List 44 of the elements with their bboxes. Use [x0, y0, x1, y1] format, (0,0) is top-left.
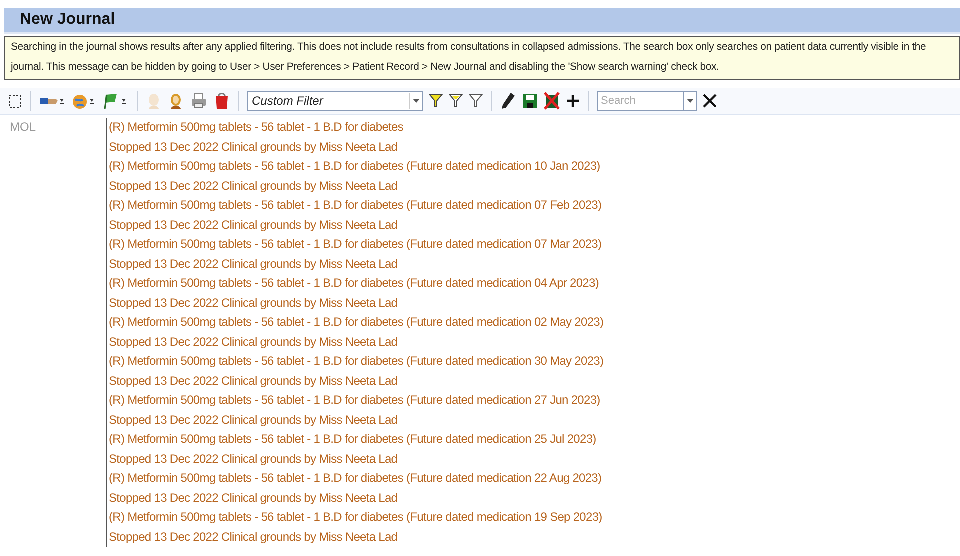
- caret-icon: [686, 99, 694, 103]
- journal-entry: (R) Metformin 500mg tablets - 56 tablet - 1 B.D for diabetes (Future dated medication 07 Mar 2023): [109, 236, 603, 253]
- section-code: MOL: [10, 120, 36, 134]
- save-icon[interactable]: [522, 93, 538, 109]
- close-icon[interactable]: [703, 94, 717, 108]
- journal-entry: Stopped 13 Dec 2022 Clinical grounds by Miss Neeta Lad: [109, 528, 399, 546]
- journal-entry: (R) Metformin 500mg tablets - 56 tablet - 1 B.D for diabetes (Future dated medication 02 May 2023): [109, 314, 604, 331]
- pencil-icon[interactable]: [500, 92, 516, 110]
- journal-entry: Stopped 13 Dec 2022 Clinical grounds by Miss Neeta Lad: [109, 294, 399, 312]
- journal-entry: (R) Metformin 500mg tablets - 56 tablet - 1 B.D for diabetes (Future dated medication 04 Apr 2023): [109, 275, 600, 292]
- search-field[interactable]: Search: [597, 91, 683, 111]
- journal-entry: (R) Metformin 500mg tablets - 56 tablet - 1 B.D for diabetes (Future dated medication 19 Sep 2023): [109, 509, 604, 526]
- journal-entry: (R) Metformin 500mg tablets - 56 tablet - 1 B.D for diabetes (Future dated medication 10 Jan 2023): [109, 158, 602, 175]
- delete-icon[interactable]: [544, 92, 560, 110]
- journal-entry: Stopped 13 Dec 2022 Clinical grounds by Miss Neeta Lad: [109, 372, 399, 390]
- journal-entry: Stopped 13 Dec 2022 Clinical grounds by Miss Neeta Lad: [109, 450, 399, 468]
- journal-entry: Stopped 13 Dec 2022 Clinical grounds by Miss Neeta Lad: [109, 216, 399, 234]
- filter-icon[interactable]: [469, 93, 483, 109]
- journal-entry: (R) Metformin 500mg tablets - 56 tablet - 1 B.D for diabetes (Future dated medication 27 Jun 2023): [109, 392, 602, 409]
- journal-entry: (R) Metformin 500mg tablets - 56 tablet - 1 B.D for diabetes: [109, 119, 404, 136]
- journal-entry: Stopped 13 Dec 2022 Clinical grounds by Miss Neeta Lad: [109, 138, 399, 156]
- filter-icon[interactable]: [429, 93, 443, 109]
- flag-dropdown-icon[interactable]: [103, 92, 129, 110]
- journal-entry: (R) Metformin 500mg tablets - 56 tablet - 1 B.D for diabetes (Future dated medication 30 May 2023): [109, 353, 604, 370]
- filter-dropdown[interactable]: Custom Filter: [247, 91, 423, 111]
- filter-icon[interactable]: [449, 93, 463, 109]
- search-warning-message: Searching in the journal shows results after any applied filtering. This does not include results from consultations in collapsed admissions. The search box only searches on patient data currently visible in the journal. This message can be hidden by going to User > User Preferences > Patient Record > New Journal and disabling the 'Show search warning' check box.: [4, 36, 960, 80]
- journal-entry: Stopped 13 Dec 2022 Clinical grounds by Miss Neeta Lad: [109, 256, 399, 272]
- journal-entry: Stopped 13 Dec 2022 Clinical grounds by Miss Neeta Lad: [109, 490, 399, 506]
- globe-dropdown-icon[interactable]: [71, 92, 97, 110]
- select-icon[interactable]: [8, 93, 22, 109]
- journal-entry: (R) Metformin 500mg tablets - 56 tablet - 1 B.D for diabetes (Future dated medication 22 Aug 2023): [109, 470, 603, 487]
- caret-icon: [412, 99, 420, 103]
- person-icon[interactable]: [168, 92, 184, 110]
- add-icon[interactable]: [566, 94, 580, 108]
- journal-entry: Stopped 13 Dec 2022 Clinical grounds by Miss Neeta Lad: [109, 178, 399, 194]
- journal-entry: (R) Metformin 500mg tablets - 56 tablet - 1 B.D for diabetes (Future dated medication 07 Feb 2023): [109, 197, 603, 214]
- search-dropdown-button[interactable]: [683, 91, 697, 111]
- bag-icon[interactable]: [214, 92, 230, 110]
- printer-icon[interactable]: [190, 92, 208, 110]
- journal-entry: Stopped 13 Dec 2022 Clinical grounds by Miss Neeta Lad: [109, 334, 399, 350]
- journal-entry: Stopped 13 Dec 2022 Clinical grounds by Miss Neeta Lad: [109, 412, 399, 428]
- journal-entry: (R) Metformin 500mg tablets - 56 tablet - 1 B.D for diabetes (Future dated medication 25 Jul 2023): [109, 431, 598, 448]
- panel-title: New Journal: [20, 11, 116, 29]
